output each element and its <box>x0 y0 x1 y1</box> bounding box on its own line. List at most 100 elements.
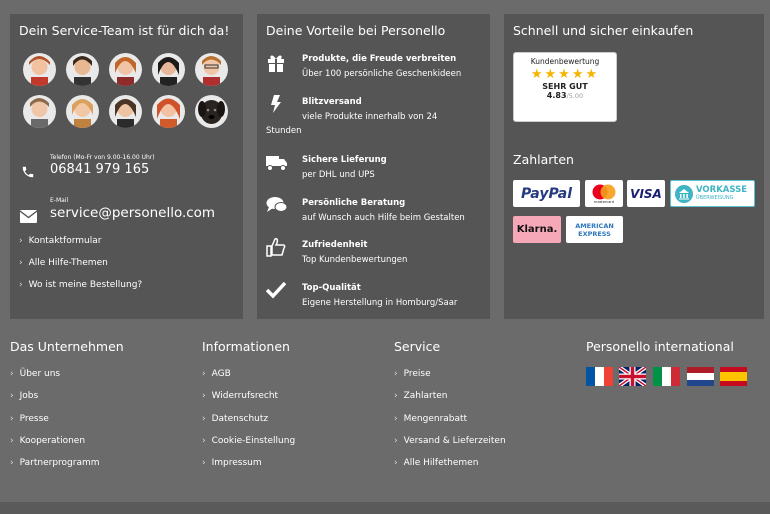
paypal-logo: PayPal <box>513 180 580 207</box>
footer-link-about[interactable]: › Über uns <box>10 369 60 379</box>
chevron-right-icon: › <box>19 258 23 268</box>
service-team-panel: Dein Service-Team ist für dich da! Telef… <box>10 14 243 319</box>
international-column-title: Personello international <box>586 339 734 354</box>
rating-verdict: SEHR GUT <box>542 82 588 91</box>
team-member-avatar <box>23 53 56 86</box>
advantage-title: Produkte, die Freude verbreiten <box>302 54 457 64</box>
chevron-right-icon: › <box>19 280 23 290</box>
footer-link-cooperations[interactable]: › Kooperationen <box>10 436 85 446</box>
contact-form-link[interactable]: › Kontaktformular <box>19 236 101 246</box>
bank-icon <box>675 184 693 203</box>
team-member-avatar <box>109 95 142 128</box>
advantage-text: per DHL und UPS <box>302 170 375 180</box>
chevron-right-icon: › <box>10 391 14 401</box>
thumbs-up-icon <box>266 237 286 257</box>
team-member-avatar <box>109 53 142 86</box>
envelope-icon <box>19 208 38 227</box>
footer-link-press[interactable]: › Presse <box>10 414 49 424</box>
checkmark-icon <box>265 280 287 300</box>
american-express-logo: AMERICAN EXPRESS <box>566 216 623 243</box>
footer-link-partner-program[interactable]: › Partnerprogramm <box>10 458 100 468</box>
team-member-avatar <box>66 95 99 128</box>
phone-icon <box>21 164 35 183</box>
advantage-text: auf Wunsch auch Hilfe beim Gestalten <box>302 213 465 223</box>
advantage-title: Zufriedenheit <box>302 240 368 250</box>
chevron-right-icon: › <box>394 458 398 468</box>
advantage-text: Top Kundenbewertungen <box>302 255 408 265</box>
footer-link-terms[interactable]: › AGB <box>202 369 231 379</box>
lightning-icon <box>266 94 286 114</box>
advantage-text: Über 100 persönliche Geschenkideen <box>302 69 462 79</box>
footer-link-imprint[interactable]: › Impressum <box>202 458 262 468</box>
team-member-avatar <box>152 95 185 128</box>
chevron-right-icon: › <box>394 436 398 446</box>
chevron-right-icon: › <box>10 458 14 468</box>
footer-link-withdrawal[interactable]: › Widerrufsrecht <box>202 391 278 401</box>
chevron-right-icon: › <box>202 414 206 424</box>
chevron-right-icon: › <box>394 414 398 424</box>
phone-number-link[interactable]: 06841 979 165 <box>50 162 149 177</box>
chevron-right-icon: › <box>10 369 14 379</box>
rating-header: Kundenbewertung <box>530 57 600 66</box>
vorkasse-logo: VORKASSE ÜBERWEISUNG <box>670 180 755 207</box>
chevron-right-icon: › <box>394 369 398 379</box>
team-member-avatar <box>23 95 56 128</box>
advantage-title: Persönliche Beratung <box>302 198 406 208</box>
rating-score: 4.83/5.00 <box>546 91 584 100</box>
information-column-title: Informationen <box>202 339 290 354</box>
flag-spain-icon[interactable] <box>720 367 747 386</box>
help-topics-link[interactable]: › Alle Hilfe-Themen <box>19 258 108 268</box>
advantage-title: Top-Qualität <box>302 283 361 293</box>
team-member-avatar <box>152 53 185 86</box>
team-member-avatar <box>195 53 228 86</box>
footer-link-volume-discount[interactable]: › Mengenrabatt <box>394 414 467 424</box>
footer-link-shipping[interactable]: › Versand & Lieferzeiten <box>394 436 506 446</box>
secure-shopping-title: Schnell und sicher einkaufen <box>513 23 694 38</box>
chevron-right-icon: › <box>202 436 206 446</box>
secure-shopping-panel: Schnell und sicher einkaufen Kundenbewer… <box>504 14 764 319</box>
service-column-title: Service <box>394 339 441 354</box>
flag-netherlands-icon[interactable] <box>687 367 714 386</box>
email-link[interactable]: service@personello.com <box>50 205 215 221</box>
mastercard-logo: mastercard <box>585 180 623 207</box>
chevron-right-icon: › <box>19 236 23 246</box>
footer-link-privacy[interactable]: › Datenschutz <box>202 414 268 424</box>
chevron-right-icon: › <box>202 369 206 379</box>
klarna-logo: Klarna. <box>513 216 561 243</box>
customer-rating-badge[interactable]: Kundenbewertung ★★★★★ SEHR GUT 4.83/5.00 <box>513 52 617 122</box>
service-team-title: Dein Service-Team ist für dich da! <box>19 23 230 38</box>
order-status-link[interactable]: › Wo ist meine Bestellung? <box>19 280 142 290</box>
gift-icon <box>266 52 286 72</box>
flag-france-icon[interactable] <box>586 367 613 386</box>
team-dog-avatar <box>195 95 228 128</box>
company-column-title: Das Unternehmen <box>10 339 124 354</box>
rating-stars: ★★★★★ <box>530 67 600 82</box>
advantage-text-continued: Stunden <box>266 126 302 136</box>
chevron-right-icon: › <box>202 458 206 468</box>
flag-italy-icon[interactable] <box>653 367 680 386</box>
phone-hours-label: Telefon (Mo-Fr von 9.00-16.00 Uhr) <box>50 154 155 161</box>
advantage-text: viele Produkte innerhalb von 24 <box>302 112 438 122</box>
chevron-right-icon: › <box>10 436 14 446</box>
advantages-panel: Deine Vorteile bei Personello Produkte, … <box>257 14 490 319</box>
footer-link-prices[interactable]: › Preise <box>394 369 431 379</box>
footer-link-payment-methods[interactable]: › Zahlarten <box>394 391 447 401</box>
chevron-right-icon: › <box>10 414 14 424</box>
team-member-avatar <box>66 53 99 86</box>
footer-link-all-help[interactable]: › Alle Hilfethemen <box>394 458 478 468</box>
advantage-title: Sichere Lieferung <box>302 155 387 165</box>
footer-link-jobs[interactable]: › Jobs <box>10 391 38 401</box>
payments-title: Zahlarten <box>513 152 574 167</box>
truck-icon <box>266 152 287 172</box>
chevron-right-icon: › <box>202 391 206 401</box>
email-label: E-Mail <box>50 197 69 204</box>
visa-logo: VISA <box>627 180 665 207</box>
footer-link-cookie-settings[interactable]: › Cookie-Einstellung <box>202 436 295 446</box>
chevron-right-icon: › <box>394 391 398 401</box>
advantage-title: Blitzversand <box>302 97 362 107</box>
flag-uk-icon[interactable] <box>619 367 646 386</box>
footer-bottom-bar <box>0 502 770 514</box>
advantages-title: Deine Vorteile bei Personello <box>266 23 446 38</box>
chat-icon <box>266 195 288 215</box>
advantage-text: Eigene Herstellung in Homburg/Saar <box>302 298 458 308</box>
